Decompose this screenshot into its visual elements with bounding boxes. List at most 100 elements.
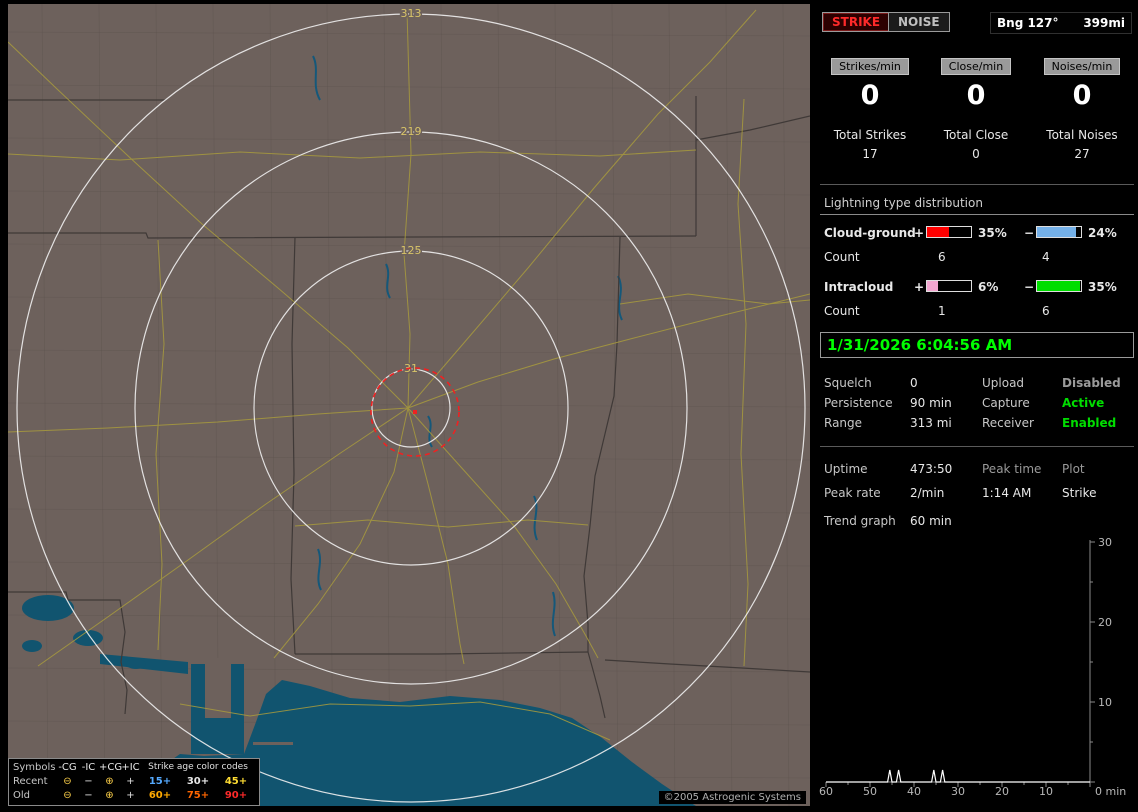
ring-label-125: 125	[401, 244, 422, 257]
svg-text:40: 40	[907, 785, 921, 798]
close-chip-cell: Close/min	[926, 58, 1026, 75]
total-close-label: Total Close	[943, 128, 1009, 142]
neg-ic-symbol-icon: −	[84, 789, 93, 801]
squelch-label: Squelch	[824, 376, 872, 390]
noises-per-min-chip[interactable]: Noises/min	[1043, 58, 1121, 75]
close-per-min-value: 0	[966, 80, 986, 111]
range-setting-value: 313 mi	[910, 416, 952, 430]
sensor-location-marker	[413, 410, 417, 414]
neg-cg-symbol-icon: ⊖	[63, 775, 72, 787]
cloud-ground-count-row: Count 6 4	[818, 250, 1138, 268]
total-label-row: Total Strikes Total Close Total Noises	[818, 128, 1138, 146]
datetime-box: 1/31/2026 6:04:56 AM	[820, 332, 1134, 358]
status-row-2: Peak rate 2/min 1:14 AM Strike	[818, 486, 1138, 504]
age-90: 90+	[224, 789, 248, 801]
peak-time-label: Peak time	[982, 462, 1042, 476]
ic-positive-bar	[926, 280, 972, 292]
legend-header-row: Symbols -CG -IC +CG +IC Strike age color…	[11, 760, 257, 774]
upload-label: Upload	[982, 376, 1025, 390]
strike-mode-button[interactable]: STRIKE	[822, 12, 891, 32]
capture-status: Active	[1062, 396, 1105, 410]
legend-title: Symbols	[13, 761, 56, 773]
persistence-label: Persistence	[824, 396, 893, 410]
settings-row-1: Squelch 0 Upload Disabled	[818, 376, 1138, 394]
legend-col-pos-cg: +CG	[99, 761, 123, 773]
count-label: Count	[824, 304, 860, 318]
settings-row-2: Persistence 90 min Capture Active	[818, 396, 1138, 414]
ring-label-313: 313	[401, 7, 422, 20]
copyright-notice: ©2005 Astrogenic Systems	[658, 791, 806, 804]
axis-ticks	[825, 541, 1095, 787]
map-canvas[interactable]: 313 219 125 31	[8, 4, 810, 806]
minus-sign: −	[1024, 280, 1035, 294]
trend-graph-canvas: 60 50 40 30 20 10 30 20 10 0 min	[819, 536, 1126, 798]
total-noises-label: Total Noises	[1046, 128, 1118, 142]
pos-cg-symbol-icon: ⊕	[105, 789, 114, 801]
plot-label: Plot	[1062, 462, 1085, 476]
uptime-label: Uptime	[824, 462, 868, 476]
svg-text:20: 20	[1098, 616, 1112, 629]
plus-sign: +	[914, 280, 925, 294]
cg-negative-pct: 24%	[1088, 226, 1117, 240]
strikes-per-min-chip[interactable]: Strikes/min	[831, 58, 909, 75]
squelch-value: 0	[910, 376, 918, 390]
total-value-row: 17 0 27	[818, 147, 1138, 165]
strikes-per-min-value: 0	[860, 80, 880, 111]
range-label: Range	[824, 416, 863, 430]
status-row-1: Uptime 473:50 Peak time Plot	[818, 462, 1138, 480]
cg-positive-pct: 35%	[978, 226, 1007, 240]
strike-legend: Symbols -CG -IC +CG +IC Strike age color…	[8, 758, 260, 806]
lightning-map[interactable]: 313 219 125 31 Symbols -CG -IC +CG +IC S…	[8, 4, 810, 806]
upload-status: Disabled	[1062, 376, 1121, 390]
age-30: 30+	[186, 775, 210, 787]
legend-age-title: Strike age color codes	[148, 762, 248, 772]
ic-positive-count: 1	[938, 304, 946, 318]
legend-row-label: Old	[13, 789, 30, 801]
minus-sign: −	[1024, 226, 1035, 240]
count-label: Count	[824, 250, 860, 264]
mode-row: STRIKE NOISE Bng 127° 399mi	[818, 12, 1138, 36]
strike-rate-series	[826, 769, 1090, 783]
noises-per-min-value: 0	[1072, 80, 1092, 111]
ic-negative-count: 6	[1042, 304, 1050, 318]
total-noises-value: 27	[1074, 147, 1090, 161]
total-strikes-value: 17	[862, 147, 878, 161]
strikes-chip-cell: Strikes/min	[820, 58, 920, 75]
receiver-label: Receiver	[982, 416, 1034, 430]
rate-chip-row: Strikes/min Close/min Noises/min	[818, 58, 1138, 78]
age-15: 15+	[148, 775, 172, 787]
pos-ic-symbol-icon: +	[126, 775, 135, 787]
trend-window-value: 60 min	[910, 514, 952, 528]
cloud-ground-row: Cloud-ground + 35% − 24%	[818, 226, 1138, 244]
ic-negative-pct: 35%	[1088, 280, 1117, 294]
cg-positive-bar	[926, 226, 972, 238]
divider	[820, 184, 1134, 185]
peak-time-value: 1:14 AM	[982, 486, 1032, 500]
legend-row-label: Recent	[13, 775, 48, 787]
ring-label-219: 219	[401, 125, 422, 138]
pos-ic-symbol-icon: +	[126, 789, 135, 801]
trend-graph-label: Trend graph	[824, 514, 896, 528]
noises-chip-cell: Noises/min	[1032, 58, 1132, 75]
status-row-3: Trend graph 60 min	[818, 514, 1138, 532]
noise-mode-button[interactable]: NOISE	[888, 12, 950, 32]
total-close-value: 0	[972, 147, 980, 161]
svg-text:50: 50	[863, 785, 877, 798]
pos-cg-symbol-icon: ⊕	[105, 775, 114, 787]
peak-rate-value: 2/min	[910, 486, 945, 500]
neg-cg-symbol-icon: ⊖	[63, 789, 72, 801]
svg-text:30: 30	[951, 785, 965, 798]
peak-rate-label: Peak rate	[824, 486, 881, 500]
axis-labels: 60 50 40 30 20 10 30 20 10 0 min	[819, 536, 1126, 798]
ic-positive-pct: 6%	[978, 280, 999, 294]
persistence-value: 90 min	[910, 396, 952, 410]
age-75: 75+	[186, 789, 210, 801]
legend-recent-row: Recent ⊖ − ⊕ + 15+ 30+ 45+	[11, 774, 257, 788]
svg-text:60: 60	[819, 785, 833, 798]
close-per-min-chip[interactable]: Close/min	[940, 58, 1012, 75]
intracloud-count-row: Count 1 6	[818, 304, 1138, 322]
plus-sign: +	[914, 226, 925, 240]
svg-text:0 min: 0 min	[1095, 785, 1126, 798]
receiver-status: Enabled	[1062, 416, 1117, 430]
trend-graph: 60 50 40 30 20 10 30 20 10 0 min	[818, 532, 1138, 812]
